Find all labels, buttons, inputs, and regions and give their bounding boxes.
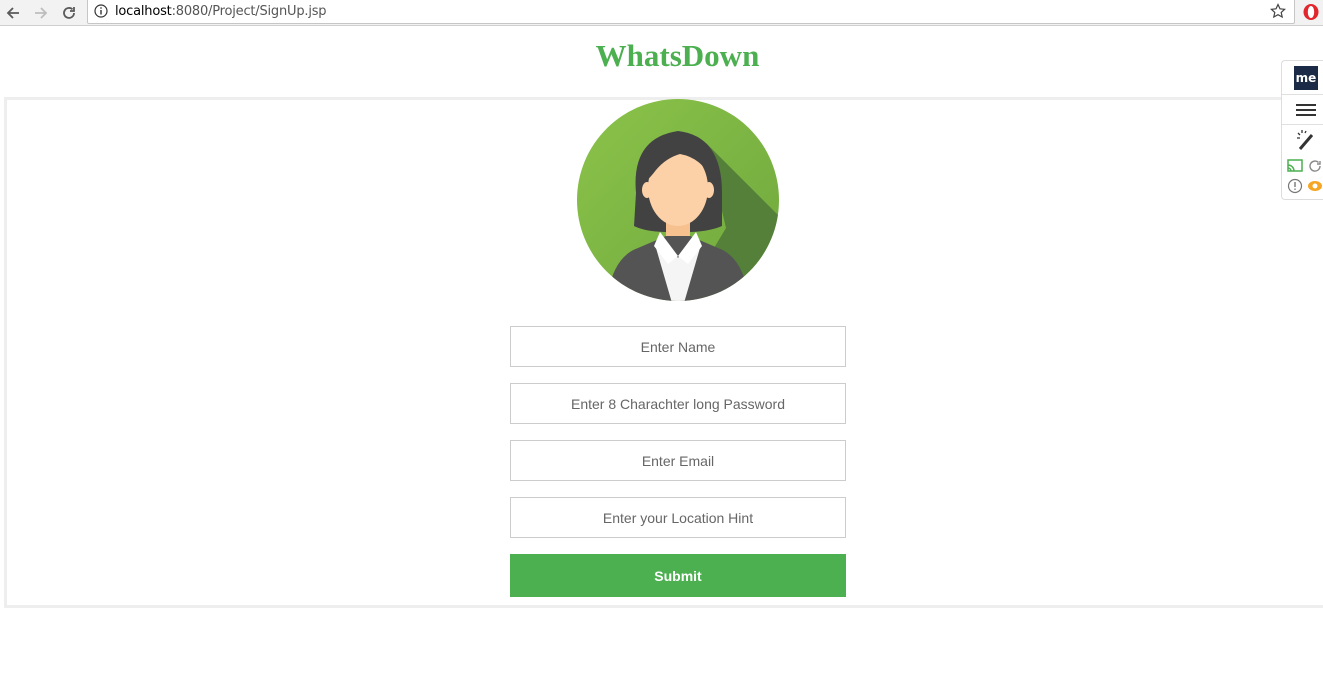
star-icon[interactable] (1270, 3, 1286, 19)
extension-logo[interactable]: me (1294, 66, 1318, 90)
cast-icon[interactable] (1287, 159, 1303, 178)
password-input[interactable] (510, 383, 846, 424)
reload-icon[interactable] (58, 2, 80, 24)
brand-title: WhatsDown (595, 38, 760, 73)
forward-icon[interactable] (30, 2, 52, 24)
location-hint-input[interactable] (510, 497, 846, 538)
info-icon[interactable] (94, 4, 108, 18)
hamburger-icon[interactable] (1296, 102, 1316, 123)
avatar (576, 98, 780, 302)
name-input[interactable] (510, 326, 846, 367)
extension-panel: me (1281, 60, 1323, 200)
submit-button[interactable]: Submit (510, 554, 846, 597)
url-host: localhost (115, 4, 172, 19)
back-icon[interactable] (2, 2, 24, 24)
address-bar[interactable]: localhost:8080/Project/SignUp.jsp (87, 0, 1295, 24)
refresh-icon[interactable] (1308, 159, 1322, 178)
extension-tools-row (1282, 124, 1323, 154)
magic-wand-icon[interactable] (1296, 129, 1316, 156)
eye-icon[interactable] (1307, 179, 1323, 198)
extension-menu-row (1282, 94, 1323, 124)
browser-toolbar: localhost:8080/Project/SignUp.jsp (0, 0, 1323, 26)
email-input[interactable] (510, 440, 846, 481)
url-path: :8080/Project/SignUp.jsp (171, 4, 327, 19)
opera-icon[interactable] (1302, 3, 1320, 21)
alert-icon[interactable] (1287, 178, 1303, 199)
url-text[interactable]: localhost:8080/Project/SignUp.jsp (115, 4, 327, 19)
